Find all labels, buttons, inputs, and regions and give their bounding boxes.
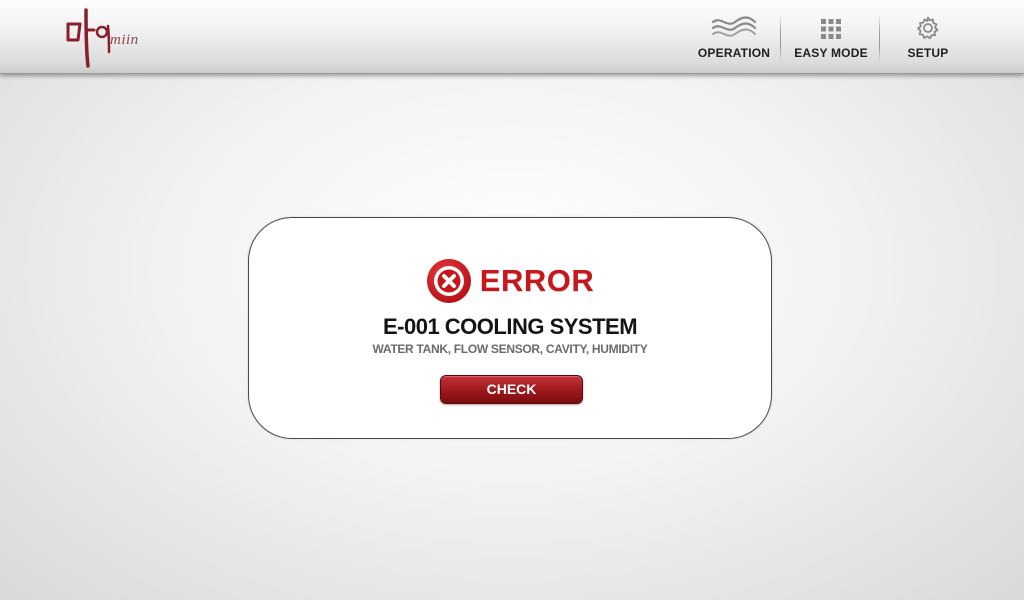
- top-bar: miin OPERATION EASY MODE SETUP: [0, 0, 1024, 74]
- nav-operation[interactable]: OPERATION: [694, 14, 774, 60]
- grid-icon: [820, 14, 842, 40]
- nav-divider: [879, 14, 880, 62]
- check-button[interactable]: CHECK: [440, 375, 583, 404]
- brand-logo-text: miin: [110, 32, 139, 48]
- nav-setup[interactable]: SETUP: [888, 14, 968, 60]
- nav-setup-label: SETUP: [907, 46, 949, 60]
- wave-icon: [711, 14, 757, 40]
- error-title: ERROR: [479, 263, 595, 298]
- error-dialog: ERROR E-001 COOLING SYSTEM WATER TANK, F…: [248, 217, 772, 439]
- error-detail: WATER TANK, FLOW SENSOR, CAVITY, HUMIDIT…: [372, 342, 648, 356]
- nav-divider: [780, 14, 781, 62]
- nav-operation-label: OPERATION: [697, 46, 771, 60]
- error-code: E-001 COOLING SYSTEM: [382, 314, 638, 339]
- gear-icon: [916, 14, 940, 40]
- nav-easy-mode-label: EASY MODE: [794, 46, 868, 60]
- error-x-icon: [426, 259, 471, 303]
- brand-logo: miin: [62, 6, 162, 70]
- brand-logo-mark: [66, 8, 111, 68]
- error-header: ERROR: [249, 258, 771, 304]
- nav-easy-mode[interactable]: EASY MODE: [790, 14, 872, 60]
